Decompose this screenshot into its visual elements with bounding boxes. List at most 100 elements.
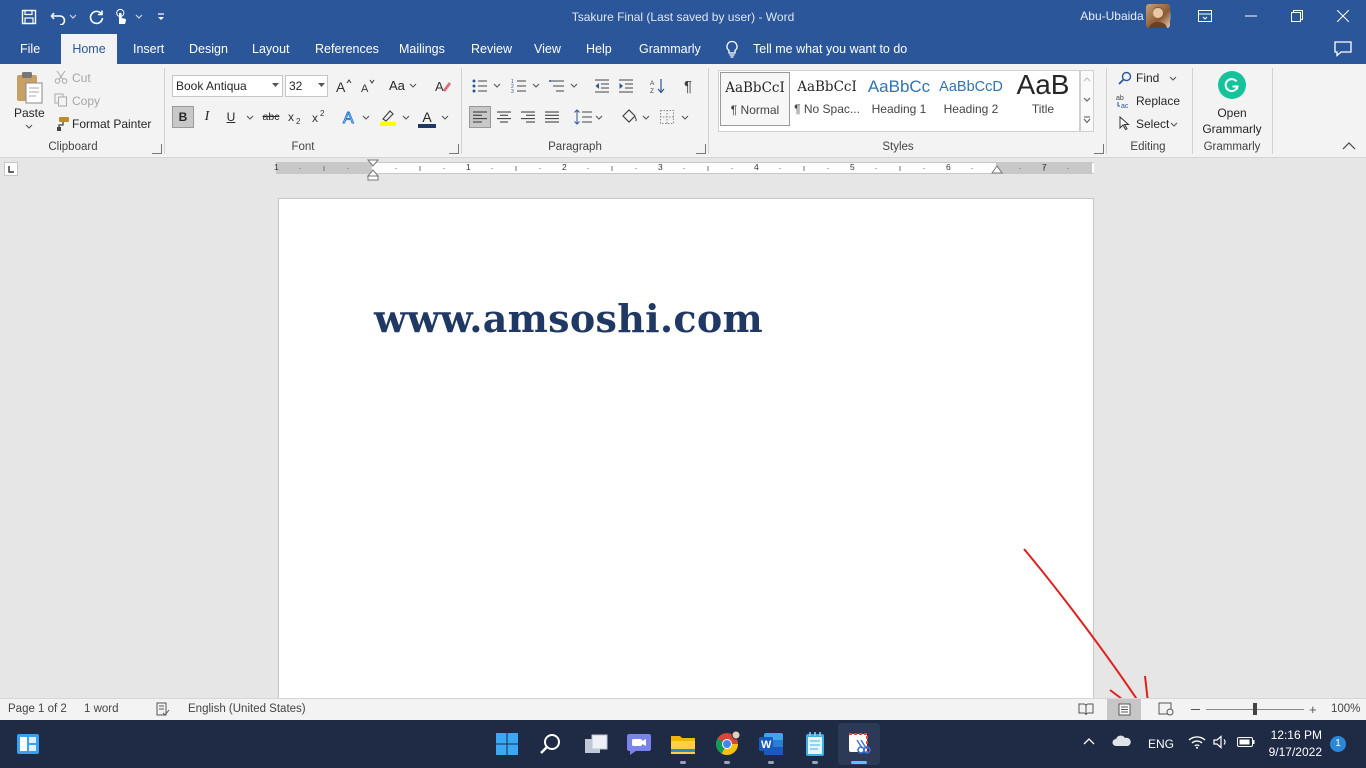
underline-dropdown-icon[interactable]	[246, 115, 254, 121]
multilevel-list-icon[interactable]	[546, 75, 568, 97]
file-explorer-icon[interactable]	[667, 728, 699, 760]
wifi-icon[interactable]	[1188, 735, 1206, 749]
touch-dropdown-icon[interactable]	[132, 6, 146, 28]
borders-icon[interactable]	[656, 106, 678, 128]
underline-button[interactable]: U	[220, 106, 242, 128]
superscript-icon[interactable]: x2	[308, 106, 330, 128]
restore-icon[interactable]	[1274, 0, 1320, 32]
print-layout-button[interactable]	[1107, 699, 1141, 720]
tab-mailings[interactable]: Mailings	[391, 34, 453, 64]
avatar[interactable]	[1146, 4, 1170, 28]
collapse-ribbon-icon[interactable]	[1342, 142, 1356, 150]
read-mode-icon[interactable]	[1078, 702, 1094, 716]
font-size-dropdown-icon[interactable]	[318, 83, 325, 88]
line-spacing-dropdown-icon[interactable]	[595, 115, 603, 121]
zoom-in-icon[interactable]: +	[1309, 702, 1317, 717]
clock-date[interactable]: 9/17/2022	[1262, 745, 1322, 759]
tab-view[interactable]: View	[526, 34, 569, 64]
numbering-icon[interactable]: 123	[508, 75, 530, 97]
paste-dropdown-icon[interactable]	[25, 124, 33, 130]
tab-design[interactable]: Design	[181, 34, 236, 64]
zoom-level[interactable]: 100%	[1331, 703, 1360, 715]
styles-scroll-down-icon[interactable]	[1083, 97, 1091, 103]
tab-file[interactable]: File	[12, 34, 48, 64]
task-view-icon[interactable]	[580, 728, 612, 760]
styles-scroll-up-icon[interactable]	[1083, 76, 1091, 82]
paste-label[interactable]: Paste	[14, 106, 45, 120]
tab-layout[interactable]: Layout	[244, 34, 298, 64]
tray-overflow-icon[interactable]	[1083, 737, 1095, 745]
shading-dropdown-icon[interactable]	[642, 115, 650, 121]
open-grammarly-button[interactable]: Open Grammarly	[1200, 105, 1264, 137]
find-button[interactable]: Find	[1136, 71, 1159, 85]
widgets-icon[interactable]	[12, 728, 44, 760]
tab-help[interactable]: Help	[578, 34, 620, 64]
start-windows-icon[interactable]	[491, 728, 523, 760]
customize-quick-access-icon[interactable]	[152, 6, 170, 28]
zoom-slider-thumb[interactable]	[1253, 703, 1257, 715]
input-language[interactable]: ENG	[1148, 737, 1174, 751]
align-left-icon[interactable]	[469, 106, 491, 128]
borders-dropdown-icon[interactable]	[681, 115, 689, 121]
show-hide-marks-icon[interactable]: ¶	[677, 75, 699, 97]
paragraph-launcher-icon[interactable]	[696, 144, 706, 154]
line-spacing-icon[interactable]	[572, 106, 594, 128]
grow-font-icon[interactable]: A	[333, 75, 355, 97]
horizontal-ruler[interactable]: 1 1 2 3 4 5 6 7	[274, 162, 1094, 174]
tab-references[interactable]: References	[307, 34, 387, 64]
text-effects-dropdown-icon[interactable]	[362, 115, 370, 121]
italic-button[interactable]: I	[196, 106, 218, 128]
notification-badge[interactable]: 1	[1330, 736, 1346, 752]
tell-me-search[interactable]: Tell me what you want to do	[745, 34, 915, 64]
word-app-icon[interactable]: W	[755, 728, 787, 760]
tab-insert[interactable]: Insert	[125, 34, 172, 64]
style-normal[interactable]: AaBbCcI ¶ Normal	[720, 72, 790, 126]
shrink-font-icon[interactable]: A	[357, 75, 379, 97]
teams-chat-icon[interactable]	[623, 728, 655, 760]
format-painter-button[interactable]: Format Painter	[72, 117, 151, 131]
bullets-icon[interactable]	[469, 75, 491, 97]
font-color-dropdown-icon[interactable]	[441, 115, 449, 121]
styles-more-icon[interactable]	[1083, 116, 1091, 124]
decrease-indent-icon[interactable]	[591, 75, 613, 97]
bold-button[interactable]: B	[172, 106, 194, 128]
subscript-icon[interactable]: x2	[284, 106, 306, 128]
strikethrough-button[interactable]: abc	[260, 106, 282, 128]
align-center-icon[interactable]	[493, 106, 515, 128]
increase-indent-icon[interactable]	[615, 75, 637, 97]
tab-home[interactable]: Home	[61, 34, 117, 64]
close-icon[interactable]	[1320, 0, 1366, 32]
page-count[interactable]: Page 1 of 2	[8, 703, 67, 715]
highlight-color-icon[interactable]	[377, 106, 399, 128]
sort-icon[interactable]: AZ	[647, 75, 669, 97]
change-case-button[interactable]: Aa	[389, 78, 405, 93]
change-case-dropdown-icon[interactable]	[409, 83, 417, 89]
redo-icon[interactable]	[86, 6, 108, 28]
minimize-icon[interactable]	[1228, 0, 1274, 32]
select-button[interactable]: Select	[1136, 117, 1169, 131]
paste-icon[interactable]	[14, 70, 46, 110]
volume-icon[interactable]	[1213, 735, 1231, 749]
zoom-out-icon[interactable]	[1191, 709, 1200, 710]
search-icon[interactable]	[535, 728, 567, 760]
clear-formatting-icon[interactable]: A	[432, 75, 454, 97]
cut-button[interactable]: Cut	[72, 71, 91, 85]
document-page[interactable]	[278, 198, 1094, 708]
clipboard-launcher-icon[interactable]	[152, 144, 162, 154]
font-launcher-icon[interactable]	[449, 144, 459, 154]
align-right-icon[interactable]	[517, 106, 539, 128]
proofing-icon[interactable]	[156, 702, 170, 716]
justify-icon[interactable]	[541, 106, 563, 128]
battery-icon[interactable]	[1237, 737, 1255, 747]
language-indicator[interactable]: English (United States)	[188, 703, 306, 715]
web-layout-icon[interactable]	[1158, 702, 1174, 716]
text-effects-icon[interactable]: A	[339, 106, 361, 128]
tab-selector-icon[interactable]	[4, 162, 18, 176]
document-text[interactable]: www.amsoshi.com	[374, 296, 763, 341]
clock-time[interactable]: 12:16 PM	[1266, 728, 1322, 742]
font-name-dropdown-icon[interactable]	[272, 83, 279, 88]
styles-launcher-icon[interactable]	[1094, 144, 1104, 154]
bullets-dropdown-icon[interactable]	[493, 83, 501, 89]
touch-mode-icon[interactable]	[110, 6, 132, 28]
numbering-dropdown-icon[interactable]	[532, 83, 540, 89]
